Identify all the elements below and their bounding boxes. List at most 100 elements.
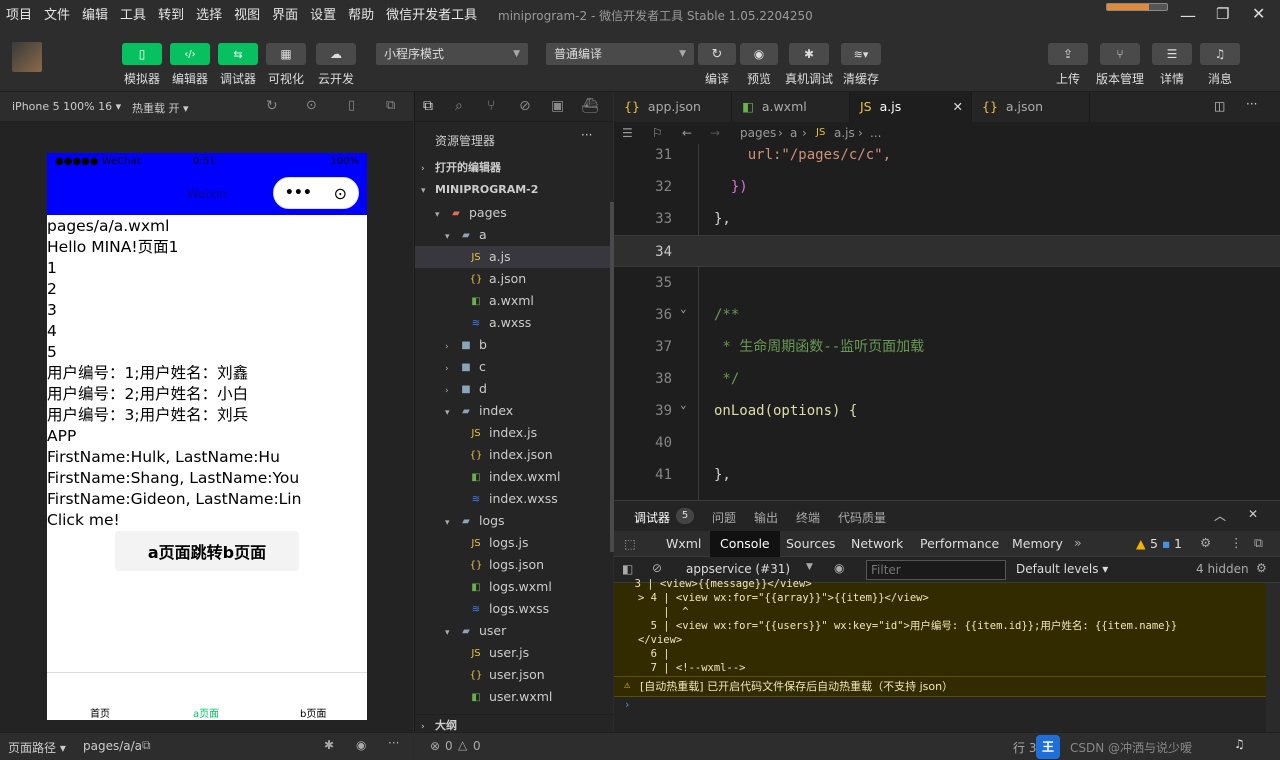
bug-icon[interactable]: ✱	[324, 738, 334, 752]
stop-icon[interactable]: ⊙	[306, 98, 317, 113]
tree-file[interactable]: JS index.js	[415, 422, 614, 444]
tree-folder[interactable]: ▾ ▰ logs	[415, 510, 614, 532]
fold-icon[interactable]: ⌄	[680, 389, 687, 421]
eye-icon[interactable]: ◉	[834, 561, 844, 575]
tab-app-json[interactable]: {} app.json	[614, 92, 732, 122]
details-button[interactable]: ☰	[1152, 43, 1192, 65]
copy-icon[interactable]: ⧉	[142, 738, 151, 753]
search-icon[interactable]: ⌕	[455, 98, 463, 114]
page-path-select[interactable]: 页面路径 ▾	[8, 739, 66, 756]
tab-a-json[interactable]: {} a.json	[972, 92, 1090, 122]
menu-item-wechat-devtools[interactable]: 微信开发者工具	[380, 0, 483, 32]
hot-reload-toggle[interactable]: 热重载 开 ▾	[132, 100, 189, 116]
rotate-icon[interactable]: ↻	[266, 98, 278, 114]
more-icon[interactable]: •••	[285, 185, 312, 201]
tree-folder[interactable]: ▾ ▰ user	[415, 620, 614, 642]
split-editor-icon[interactable]: ◫	[1214, 99, 1225, 113]
tree-file[interactable]: {} logs.json	[415, 554, 614, 576]
tab-output[interactable]: 输出	[754, 509, 778, 526]
tab-debugger[interactable]: 调试器	[634, 509, 671, 533]
info-count[interactable]: 1	[1174, 536, 1182, 551]
tree-file[interactable]: ◧ logs.wxml	[415, 576, 614, 598]
tab-performance[interactable]: Performance	[920, 536, 999, 551]
menu-item-file[interactable]: 文件	[38, 0, 76, 32]
code-line[interactable]: 34	[614, 235, 1280, 267]
minimize-icon[interactable]: —	[1180, 6, 1196, 25]
menu-item-interface[interactable]: 界面	[266, 0, 304, 32]
code-line[interactable]: 38 */	[614, 363, 1280, 395]
version-button[interactable]: ⑂	[1100, 43, 1140, 65]
menu-item-help[interactable]: 帮助	[342, 0, 380, 32]
filter-input[interactable]	[866, 560, 1006, 580]
more-icon[interactable]: ···	[581, 128, 592, 142]
eye-icon[interactable]: ◉	[356, 738, 366, 752]
tree-folder[interactable]: › ■ b	[415, 334, 614, 356]
visual-button[interactable]: ▦	[266, 43, 306, 65]
log-levels-select[interactable]: Default levels ▾	[1016, 562, 1108, 576]
tab-a-wxml[interactable]: ◧ a.wxml	[732, 92, 850, 122]
tab-network[interactable]: Network	[851, 536, 903, 551]
tab-issues[interactable]: 问题	[712, 509, 736, 526]
tree-file[interactable]: {} user.json	[415, 664, 614, 686]
menu-item-view[interactable]: 视图	[228, 0, 266, 32]
console-prompt-icon[interactable]: ›	[624, 699, 630, 711]
debugger-toggle-button[interactable]: ⇆	[218, 43, 258, 65]
menu-item-project[interactable]: 项目	[0, 0, 38, 32]
gear-icon[interactable]: ⚙	[1256, 561, 1267, 575]
tree-file[interactable]: JS logs.js	[415, 532, 614, 554]
tree-file[interactable]: ≋ logs.wxss	[415, 598, 614, 620]
tree-file[interactable]: ◧ user.wxml	[415, 686, 614, 708]
code-line[interactable]: 31 url:"/pages/c/c",	[614, 139, 1280, 171]
tree-file[interactable]: ◧ a.wxml	[415, 290, 614, 312]
tree-file[interactable]: ≋ a.wxss	[415, 312, 614, 334]
tree-file[interactable]: ≋ index.wxss	[415, 488, 614, 510]
code-line[interactable]: 33},	[614, 203, 1280, 235]
extensions-icon[interactable]: ▣	[551, 98, 564, 114]
avatar[interactable]	[12, 42, 42, 72]
code-line[interactable]: 40	[614, 427, 1280, 459]
tab-a-js[interactable]: JS a.js ✕	[850, 92, 972, 122]
close-miniprogram-icon[interactable]: ⊙	[334, 184, 347, 203]
fold-icon[interactable]: ⌄	[680, 293, 687, 325]
menu-item-tools[interactable]: 工具	[114, 0, 152, 32]
click-me-text[interactable]: Click me!	[47, 510, 367, 531]
more-icon[interactable]: ···	[1246, 97, 1257, 111]
gear-icon[interactable]: ⚙	[1200, 535, 1211, 550]
more-tabs-icon[interactable]: »	[1074, 535, 1082, 550]
warning-count[interactable]: 0	[473, 739, 481, 753]
tree-folder[interactable]: ▾ ▰ pages	[415, 202, 614, 224]
clear-console-icon[interactable]: ⊘	[652, 561, 662, 575]
tab-terminal[interactable]: 终端	[796, 509, 820, 526]
tree-file[interactable]: ◧ index.wxml	[415, 466, 614, 488]
code-line[interactable]: 32 })	[614, 171, 1280, 203]
clear-cache-button[interactable]: ≋▾	[841, 43, 881, 65]
simulator-toggle-button[interactable]: ▯	[122, 43, 162, 65]
files-icon[interactable]: ⧉	[423, 98, 433, 114]
console-scrollbar[interactable]	[1266, 583, 1280, 733]
inspect-icon[interactable]: ⬚	[624, 536, 636, 551]
editor-toggle-button[interactable]: ‹/›	[170, 43, 210, 65]
project-section[interactable]: ▾ MINIPROGRAM-2	[415, 179, 614, 201]
tab-code-quality[interactable]: 代码质量	[838, 509, 886, 526]
menu-item-edit[interactable]: 编辑	[76, 0, 114, 32]
compile-button[interactable]: ↻	[698, 43, 736, 65]
maximize-icon[interactable]: ❐	[1216, 5, 1229, 23]
error-count[interactable]: 0	[445, 739, 453, 753]
tree-file[interactable]: JS a.js	[415, 246, 614, 268]
tab-console[interactable]: Console	[710, 531, 780, 557]
tab-wxml[interactable]: Wxml	[666, 536, 701, 551]
tree-file[interactable]: JS user.js	[415, 642, 614, 664]
close-window-icon[interactable]: ✕	[1252, 4, 1265, 23]
debug-icon[interactable]: ⊘	[519, 98, 531, 114]
remote-debug-button[interactable]: ✱	[789, 43, 829, 65]
close-tab-icon[interactable]: ✕	[953, 92, 963, 122]
container-icon[interactable]: ⛴	[581, 98, 599, 114]
branch-icon[interactable]: ⑂	[487, 98, 495, 114]
tab-b-page[interactable]: b页面	[300, 705, 326, 720]
close-panel-icon[interactable]: ✕	[1248, 507, 1258, 521]
chevron-up-icon[interactable]: ︿	[1214, 507, 1226, 524]
preview-button[interactable]: ◉	[740, 43, 778, 65]
code-line[interactable]: 37 * 生命周期函数--监听页面加载	[614, 331, 1280, 363]
tab-a-page[interactable]: a页面	[193, 705, 219, 720]
code-line[interactable]: 39 onLoad(options) {⌄	[614, 395, 1280, 427]
